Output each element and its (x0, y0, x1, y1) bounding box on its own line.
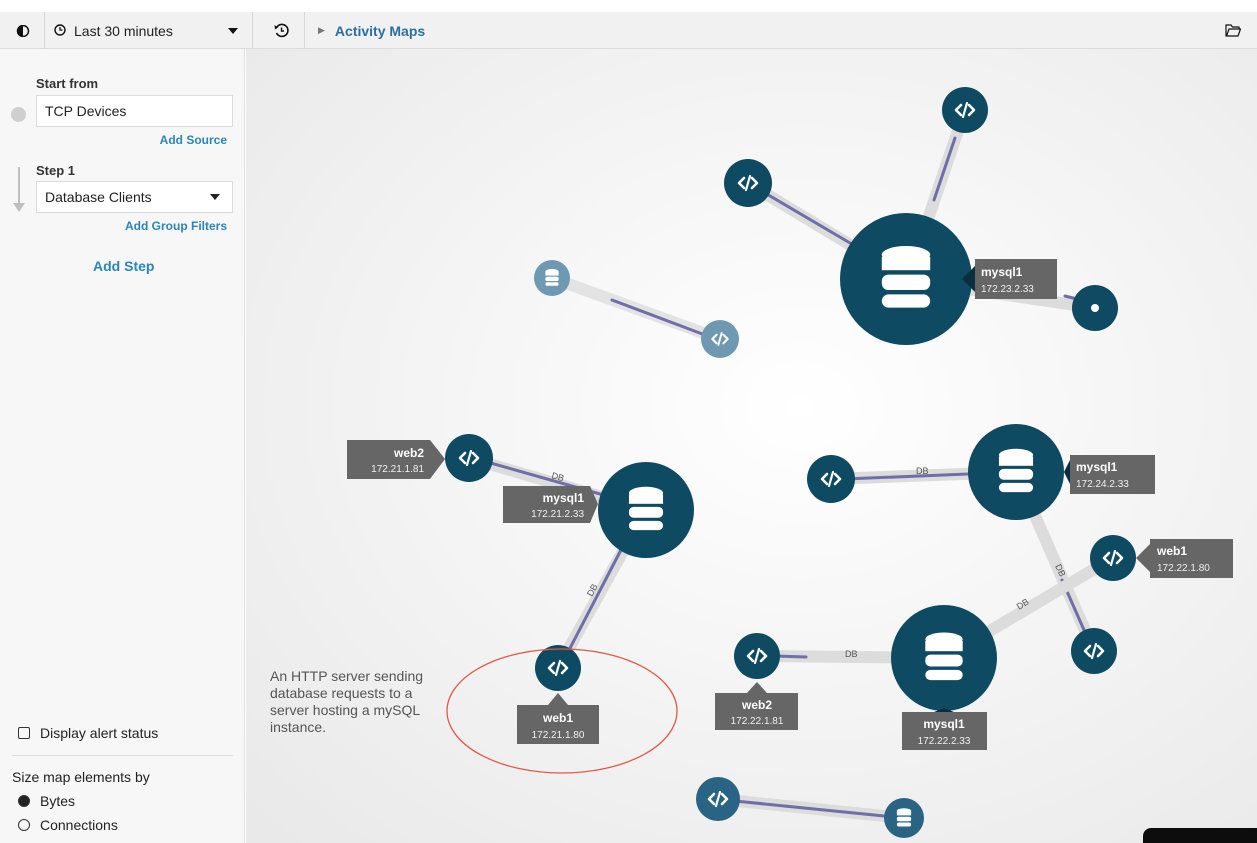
caret-down-icon (228, 25, 238, 37)
database-icon (998, 448, 1034, 493)
node-name: web1 (542, 711, 573, 725)
http-client-node[interactable] (1071, 628, 1117, 674)
add-source-link[interactable]: Add Source (160, 133, 227, 147)
node-ip: 172.24.2.33 (1076, 479, 1129, 490)
caret-down-icon (210, 194, 220, 200)
size-option-label: Bytes (40, 793, 76, 809)
node-name: web1 (1156, 544, 1187, 558)
size-option-bytes[interactable]: Bytes (18, 793, 75, 809)
node-label[interactable]: web1 172.22.1.80 (1136, 539, 1233, 578)
device-node[interactable] (1072, 285, 1118, 331)
step-select-value: Database Clients (45, 189, 152, 205)
node-name: web2 (393, 446, 424, 460)
display-alert-status-label: Display alert status (40, 725, 159, 741)
checkbox[interactable] (18, 727, 30, 739)
node-ip: 172.21.1.80 (532, 730, 585, 741)
clock-icon (54, 23, 66, 39)
toggle-icon[interactable] (10, 12, 36, 49)
database-node[interactable] (884, 798, 924, 838)
time-range-label: Last 30 minutes (74, 22, 173, 39)
add-group-filters-link[interactable]: Add Group Filters (125, 219, 227, 233)
start-from-label: Start from (36, 76, 99, 91)
node-name: mysql1 (543, 491, 585, 505)
http-client-node[interactable] (701, 320, 739, 358)
breadcrumb-arrow-icon: ▶ (318, 25, 325, 35)
node-label[interactable]: mysql1 172.23.2.33 (962, 259, 1057, 299)
node-ip: 172.21.1.81 (371, 464, 424, 475)
step-select[interactable]: Database Clients (36, 181, 233, 213)
source-dot-icon (11, 107, 26, 122)
add-step-link[interactable]: Add Step (93, 258, 154, 274)
database-icon (628, 486, 664, 531)
node-ip: 172.21.2.33 (531, 509, 584, 520)
source-field[interactable]: TCP Devices (36, 95, 233, 127)
page-title[interactable]: Activity Maps (335, 23, 425, 39)
size-by-label: Size map elements by (12, 769, 150, 785)
database-icon (925, 632, 963, 681)
folder-icon[interactable] (1221, 12, 1245, 49)
step-label: Step 1 (36, 163, 76, 178)
node-label[interactable]: mysql1 172.22.2.33 (902, 708, 987, 750)
toolbar-divider (252, 12, 253, 49)
corner-overlay (1143, 828, 1257, 843)
node-ip: 172.23.2.33 (981, 284, 1034, 295)
database-node[interactable] (534, 260, 570, 296)
http-client-node[interactable] (535, 645, 581, 691)
annotation-text: An HTTP server sending database requests… (270, 668, 424, 735)
node-name: web2 (741, 698, 772, 712)
size-option-connections[interactable]: Connections (18, 817, 118, 833)
node-ip: 172.22.1.81 (731, 716, 784, 727)
breadcrumb: ▶ Activity Maps (318, 12, 425, 49)
http-client-node[interactable] (734, 633, 780, 679)
http-client-node[interactable] (696, 777, 740, 821)
size-option-label: Connections (40, 817, 118, 833)
top-toolbar: Last 30 minutes ▶ Activity Maps (0, 12, 1257, 49)
toolbar-divider (304, 12, 305, 49)
node-label[interactable]: web2 172.21.1.81 (347, 440, 445, 479)
node-ip: 172.22.2.33 (918, 736, 971, 747)
size-by-label-text: Size map elements by (12, 769, 150, 785)
dot-icon (1091, 304, 1099, 312)
node-ip: 172.22.1.80 (1157, 563, 1210, 574)
node-name: mysql1 (981, 265, 1023, 279)
node-label[interactable]: mysql1 172.24.2.33 (1064, 455, 1155, 494)
node-label[interactable]: mysql1 172.21.2.33 (503, 486, 598, 523)
http-client-node[interactable] (724, 159, 772, 207)
radio[interactable] (18, 819, 30, 831)
database-node[interactable] (598, 462, 694, 558)
history-icon[interactable] (266, 12, 296, 49)
toolbar-divider (44, 12, 45, 49)
http-client-node[interactable] (942, 87, 988, 133)
edge-label: DB (845, 649, 858, 659)
left-sidebar: Start from TCP Devices Add Source Step 1… (0, 49, 245, 843)
display-alert-status-option[interactable]: Display alert status (18, 725, 158, 741)
step-arrow-icon (13, 167, 25, 213)
http-client-node[interactable] (445, 434, 493, 482)
database-icon (545, 269, 559, 286)
database-node[interactable] (840, 213, 972, 345)
node-name: mysql1 (1076, 460, 1118, 474)
http-client-node[interactable] (807, 455, 855, 503)
node-name: mysql1 (923, 717, 965, 731)
database-icon (881, 246, 931, 308)
edge-label: DB (916, 466, 929, 476)
database-node[interactable] (891, 605, 997, 711)
http-client-node[interactable] (1090, 535, 1136, 581)
database-node[interactable] (968, 424, 1064, 520)
radio-selected[interactable] (18, 795, 30, 807)
database-icon (896, 808, 912, 827)
time-range-selector[interactable]: Last 30 minutes (54, 12, 244, 49)
divider (12, 755, 233, 756)
